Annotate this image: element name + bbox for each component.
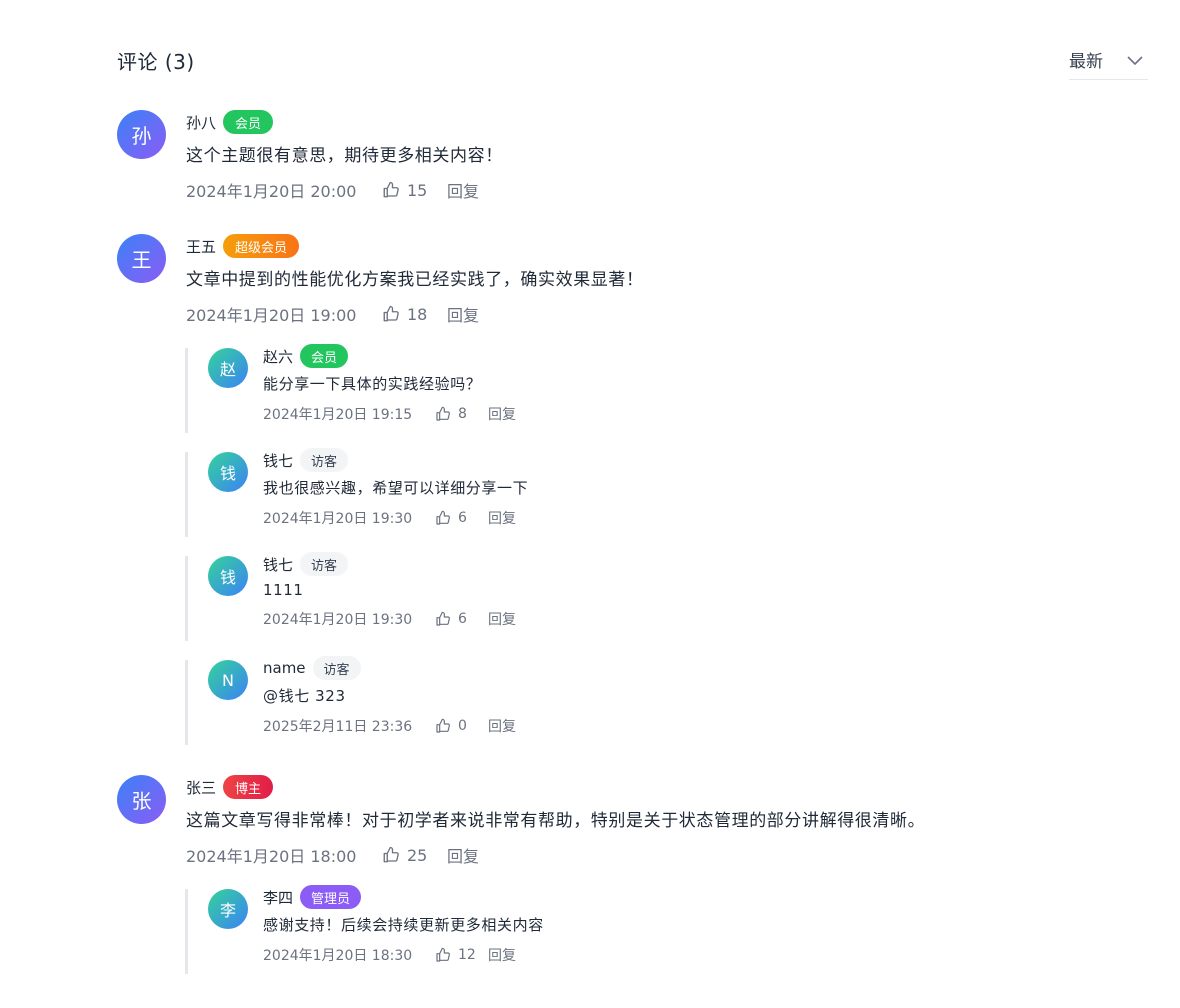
thumbs-up-icon (436, 718, 450, 733)
like-count: 6 (458, 611, 467, 627)
comment-author[interactable]: 王五 (186, 236, 216, 257)
avatar[interactable]: 钱 (208, 556, 248, 596)
comment-author[interactable]: 张三 (186, 777, 216, 798)
sort-label: 最新 (1069, 52, 1103, 72)
thumbs-up-icon (383, 181, 399, 198)
comment-text: 这篇文章写得非常棒！对于初学者来说非常有帮助，特别是关于状态管理的部分讲解得很清… (186, 811, 926, 831)
role-badge: 访客 (300, 552, 349, 576)
reply-time: 2024年1月20日 19:15 (263, 407, 413, 423)
role-badge: 博主 (223, 775, 274, 799)
comment-author[interactable]: 孙八 (186, 112, 216, 133)
like-button[interactable]: 6 (435, 510, 488, 526)
comment-text: 这个主题很有意思，期待更多相关内容！ (186, 146, 503, 166)
reply-button[interactable]: 回复 (488, 945, 516, 965)
like-count: 15 (407, 180, 428, 200)
thumbs-up-icon (436, 406, 450, 421)
reply-text: 1111 (263, 581, 304, 599)
comment-text: 文章中提到的性能优化方案我已经实践了，确实效果显著！ (186, 270, 644, 290)
like-button[interactable]: 15 (382, 181, 447, 200)
avatar[interactable]: 张 (117, 775, 166, 824)
reply-time: 2024年1月20日 19:30 (263, 612, 413, 628)
comments-title: 评论 (3) (117, 50, 195, 74)
reply-item: 钱 钱七 访客 1111 2024年1月20日 19:30 6 回复 (185, 552, 1085, 641)
role-badge: 访客 (300, 448, 349, 472)
comments-header: 评论 (3) 最新 (117, 44, 1148, 80)
comment-time: 2024年1月20日 19:00 (186, 306, 357, 325)
role-badge: 会员 (300, 344, 349, 368)
reply-button[interactable]: 回复 (447, 843, 479, 867)
avatar[interactable]: 钱 (208, 452, 248, 492)
reply-text: 我也很感兴趣，希望可以详细分享一下 (263, 479, 529, 497)
reply-text: @钱七 323 (263, 687, 346, 705)
thumbs-up-icon (436, 947, 450, 962)
reply-item: 赵 赵六 会员 能分享一下具体的实践经验吗？ 2024年1月20日 19:15 … (185, 344, 1085, 433)
reply-item: N name 访客 @钱七 323 2025年2月11日 23:36 0 回复 (185, 656, 1085, 745)
reply-author[interactable]: 钱七 (263, 450, 293, 471)
reply-button[interactable]: 回复 (488, 508, 516, 528)
reply-time: 2025年2月11日 23:36 (263, 719, 413, 735)
chevron-down-icon (1127, 56, 1143, 66)
like-count: 0 (458, 718, 467, 734)
like-button[interactable]: 25 (382, 846, 447, 865)
role-badge: 会员 (223, 110, 274, 134)
comment-time: 2024年1月20日 20:00 (186, 182, 357, 201)
reply-button[interactable]: 回复 (488, 404, 516, 424)
reply-time: 2024年1月20日 18:30 (263, 948, 413, 964)
reply-button[interactable]: 回复 (488, 609, 516, 629)
like-count: 8 (458, 406, 467, 422)
reply-button[interactable]: 回复 (447, 302, 479, 326)
avatar[interactable]: 赵 (208, 348, 248, 388)
reply-button[interactable]: 回复 (447, 178, 479, 202)
avatar[interactable]: 李 (208, 889, 248, 929)
avatar[interactable]: 孙 (117, 110, 166, 159)
thumbs-up-icon (383, 305, 399, 322)
reply-author[interactable]: name (263, 659, 306, 677)
sort-dropdown[interactable]: 最新 (1069, 44, 1148, 80)
like-count: 18 (407, 304, 428, 324)
like-button[interactable]: 6 (435, 611, 488, 627)
like-button[interactable]: 8 (435, 406, 488, 422)
avatar[interactable]: 王 (117, 234, 166, 283)
like-count: 12 (458, 947, 476, 963)
thumbs-up-icon (436, 611, 450, 626)
reply-item: 钱 钱七 访客 我也很感兴趣，希望可以详细分享一下 2024年1月20日 19:… (185, 448, 1085, 537)
reply-time: 2024年1月20日 19:30 (263, 511, 413, 527)
thumbs-up-icon (383, 846, 399, 863)
thumbs-up-icon (436, 510, 450, 525)
reply-button[interactable]: 回复 (488, 716, 516, 736)
reply-author[interactable]: 钱七 (263, 554, 293, 575)
reply-author[interactable]: 赵六 (263, 346, 293, 367)
reply-text: 感谢支持！后续会持续更新更多相关内容 (263, 916, 544, 934)
reply-text: 能分享一下具体的实践经验吗？ (263, 375, 482, 393)
like-count: 25 (407, 845, 428, 865)
role-badge: 超级会员 (223, 234, 300, 258)
like-button[interactable]: 18 (382, 305, 447, 324)
like-count: 6 (458, 510, 467, 526)
role-badge: 管理员 (300, 885, 362, 909)
like-button[interactable]: 0 (435, 718, 488, 734)
like-button[interactable]: 12 (435, 947, 488, 963)
reply-author[interactable]: 李四 (263, 887, 293, 908)
role-badge: 访客 (312, 656, 361, 680)
avatar[interactable]: N (208, 660, 248, 700)
comment-time: 2024年1月20日 18:00 (186, 847, 357, 866)
reply-item: 李 李四 管理员 感谢支持！后续会持续更新更多相关内容 2024年1月20日 1… (185, 885, 1085, 974)
